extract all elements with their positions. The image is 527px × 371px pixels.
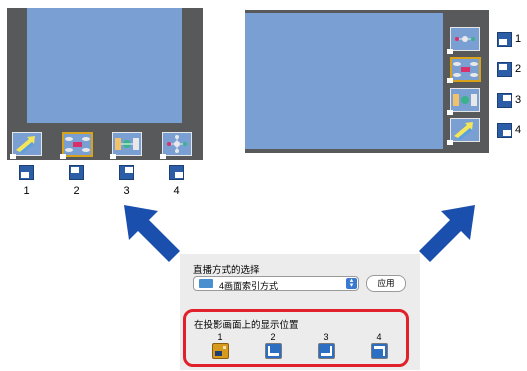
monitor-icon	[199, 279, 213, 288]
right-thumb-4	[450, 118, 480, 142]
position-4-icon	[497, 123, 512, 138]
arrow-slide-icon	[16, 136, 35, 154]
thumb-corner	[160, 154, 166, 159]
right-label-1: 1	[514, 33, 522, 45]
position-4-icon	[169, 165, 184, 180]
broadcast-mode-value: 4画面索引方式	[219, 281, 279, 291]
position-4-button[interactable]	[371, 343, 388, 359]
broadcast-mode-title: 直播方式的选择	[193, 265, 260, 276]
right-monitor-preview	[245, 10, 489, 153]
mindmap-slide-icon	[453, 62, 478, 77]
position-number-3: 3	[323, 332, 329, 342]
settings-panel: 直播方式的选择 4画面索引方式 ▴ ▾ 应用 在投影画面上的显示位置 1 2 3 …	[180, 254, 420, 370]
position-1-button[interactable]	[212, 343, 229, 359]
diagram-slide-icon	[115, 138, 139, 150]
left-label-4: 4	[173, 185, 180, 197]
left-label-3: 3	[123, 185, 130, 197]
left-monitor-preview	[7, 8, 203, 160]
position-number-2: 2	[270, 332, 276, 342]
thumb-corner	[447, 140, 453, 145]
left-label-2: 2	[73, 185, 80, 197]
network-slide-icon	[167, 135, 187, 153]
arrow-slide-icon	[454, 122, 473, 140]
thumb-corner	[110, 154, 116, 159]
left-main-screen	[27, 8, 182, 123]
position-1-icon	[497, 32, 512, 47]
thumb-corner	[447, 110, 453, 115]
thumb-corner	[447, 49, 453, 54]
select-arrows-icon: ▴ ▾	[346, 277, 357, 289]
up-right-arrow-icon	[415, 203, 477, 265]
left-thumb-4	[162, 132, 192, 156]
position-3-button[interactable]	[318, 343, 335, 359]
position-1-icon	[19, 165, 34, 180]
right-label-2: 2	[514, 63, 522, 75]
left-thumb-3	[112, 132, 142, 156]
thumb-corner	[60, 154, 66, 159]
position-2-icon	[497, 62, 512, 77]
position-number-1: 1	[217, 332, 223, 342]
position-2-button[interactable]	[265, 343, 282, 359]
right-label-4: 4	[514, 124, 522, 136]
apply-button[interactable]: 应用	[366, 275, 406, 292]
position-2-icon	[69, 165, 84, 180]
left-thumb-2	[62, 132, 93, 157]
right-thumb-3	[450, 88, 480, 112]
right-label-3: 3	[514, 94, 522, 106]
position-3-icon	[119, 165, 134, 180]
right-main-screen	[245, 13, 443, 149]
thumb-corner	[447, 78, 453, 83]
network-slide-icon	[455, 36, 475, 42]
position-number-4: 4	[376, 332, 382, 342]
up-left-arrow-icon	[122, 203, 184, 265]
thumb-corner	[10, 154, 16, 159]
mindmap-slide-icon	[65, 137, 90, 152]
right-thumb-1	[450, 27, 480, 51]
display-position-title: 在投影画面上的显示位置	[194, 320, 299, 331]
broadcast-mode-select[interactable]: 4画面索引方式 ▴ ▾	[193, 276, 359, 291]
position-3-icon	[497, 93, 512, 108]
right-thumb-2	[450, 57, 481, 82]
diagram-slide-icon	[453, 94, 477, 106]
left-label-1: 1	[23, 185, 30, 197]
left-thumb-1	[12, 132, 42, 156]
